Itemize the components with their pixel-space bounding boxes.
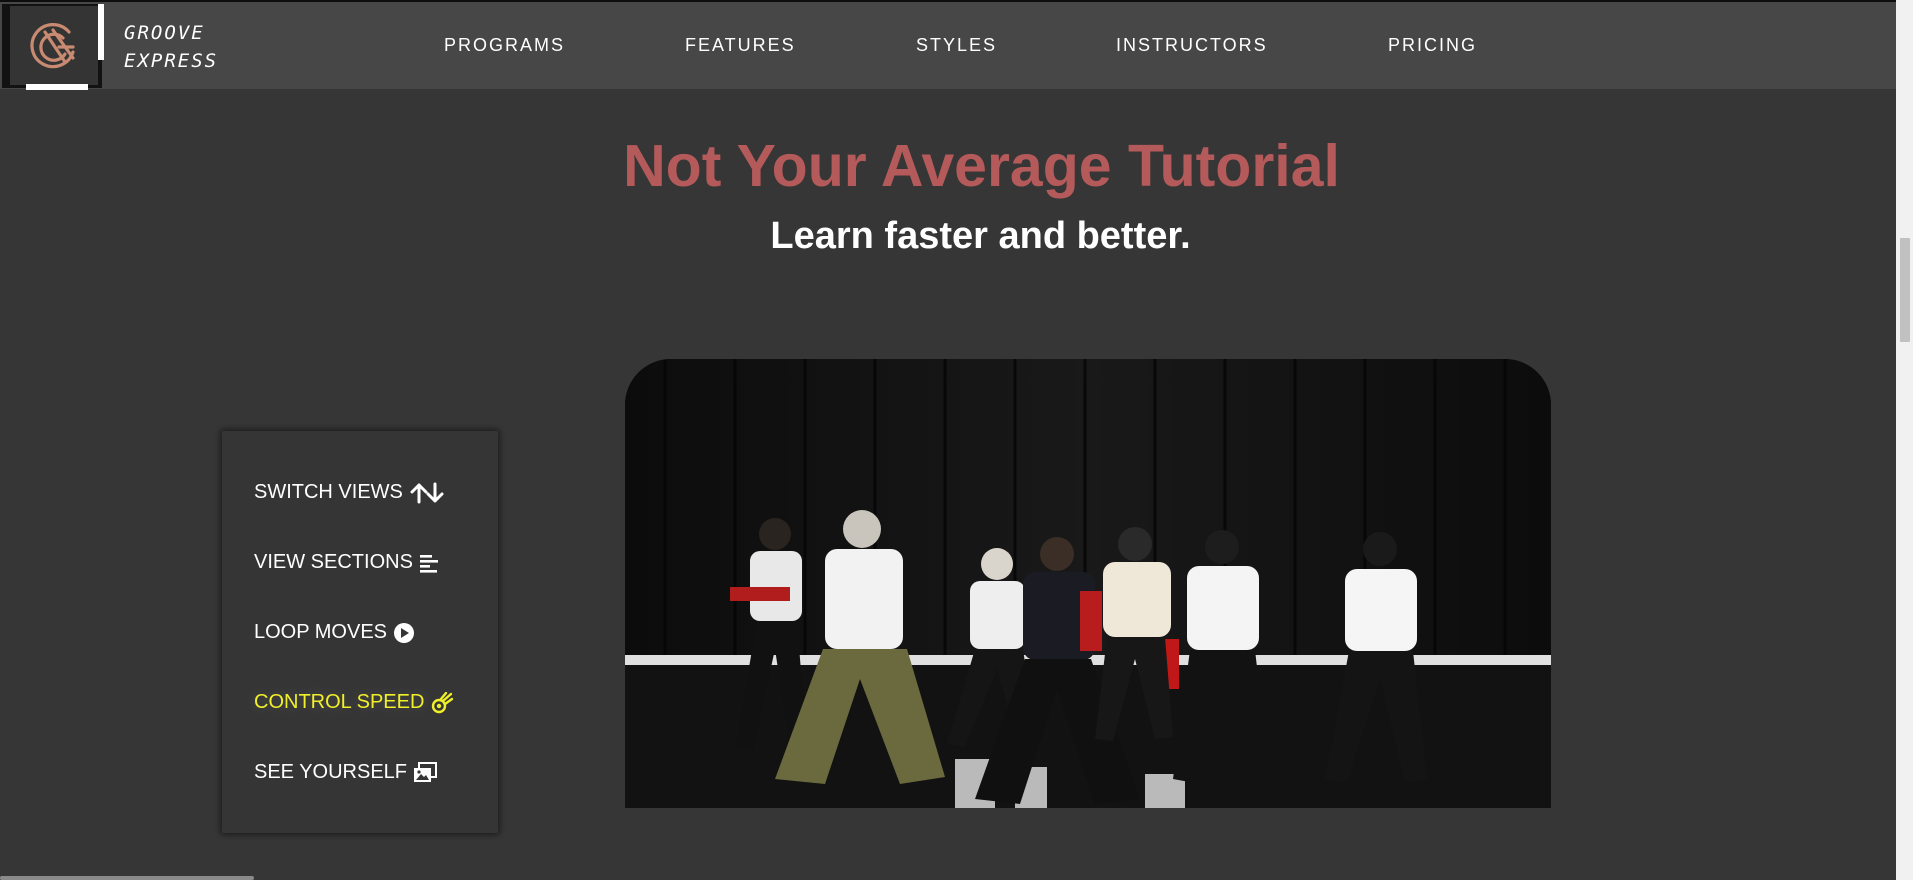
nav-styles[interactable]: STYLES	[916, 35, 997, 56]
meteor-icon	[432, 691, 454, 713]
photo-gallery-icon	[414, 761, 438, 782]
logo-accent-right	[98, 4, 104, 60]
brand-line-2: EXPRESS	[124, 50, 219, 72]
feature-label: SEE YOURSELF	[254, 761, 408, 783]
feature-view-sections[interactable]: VIEW SECTIONS	[254, 551, 439, 574]
nav-pricing[interactable]: PRICING	[1388, 35, 1477, 56]
play-circle-icon	[394, 622, 415, 643]
top-navbar: GROOVE EXPRESS PROGRAMS FEATURES STYLES …	[0, 0, 1896, 90]
feature-label: SWITCH VIEWS	[254, 481, 403, 503]
align-left-lines-icon	[419, 554, 438, 573]
feature-menu: SWITCH VIEWS VIEW SECTIONS LOOP MOVES CO…	[222, 431, 498, 833]
feature-label: CONTROL SPEED	[254, 691, 425, 713]
feature-see-yourself[interactable]: SEE YOURSELF	[254, 761, 438, 784]
g-logo-icon	[30, 23, 75, 69]
logo-mark	[10, 6, 98, 85]
brand-line-1: GROOVE	[124, 22, 205, 44]
nav-instructors[interactable]: INSTRUCTORS	[1116, 35, 1268, 56]
logo-accent-bottom	[26, 84, 88, 90]
feature-label: LOOP MOVES	[254, 621, 388, 643]
logo[interactable]	[2, 4, 104, 90]
horizontal-scrollbar-thumb[interactable]	[0, 876, 254, 880]
hero-subtitle: Learn faster and better.	[770, 215, 1191, 257]
feature-control-speed[interactable]: CONTROL SPEED	[254, 691, 454, 714]
brand-name[interactable]: GROOVE EXPRESS	[124, 19, 218, 75]
nav-features[interactable]: FEATURES	[685, 35, 796, 56]
feature-switch-views[interactable]: SWITCH VIEWS	[254, 481, 445, 504]
up-down-arrows-icon	[410, 482, 444, 503]
feature-label: VIEW SECTIONS	[254, 551, 413, 573]
hero-title: Not Your Average Tutorial	[623, 133, 1340, 199]
dance-video-preview[interactable]	[625, 359, 1551, 808]
nav-programs[interactable]: PROGRAMS	[444, 35, 565, 56]
feature-loop-moves[interactable]: LOOP MOVES	[254, 621, 415, 644]
dance-video-frame	[625, 359, 1551, 808]
